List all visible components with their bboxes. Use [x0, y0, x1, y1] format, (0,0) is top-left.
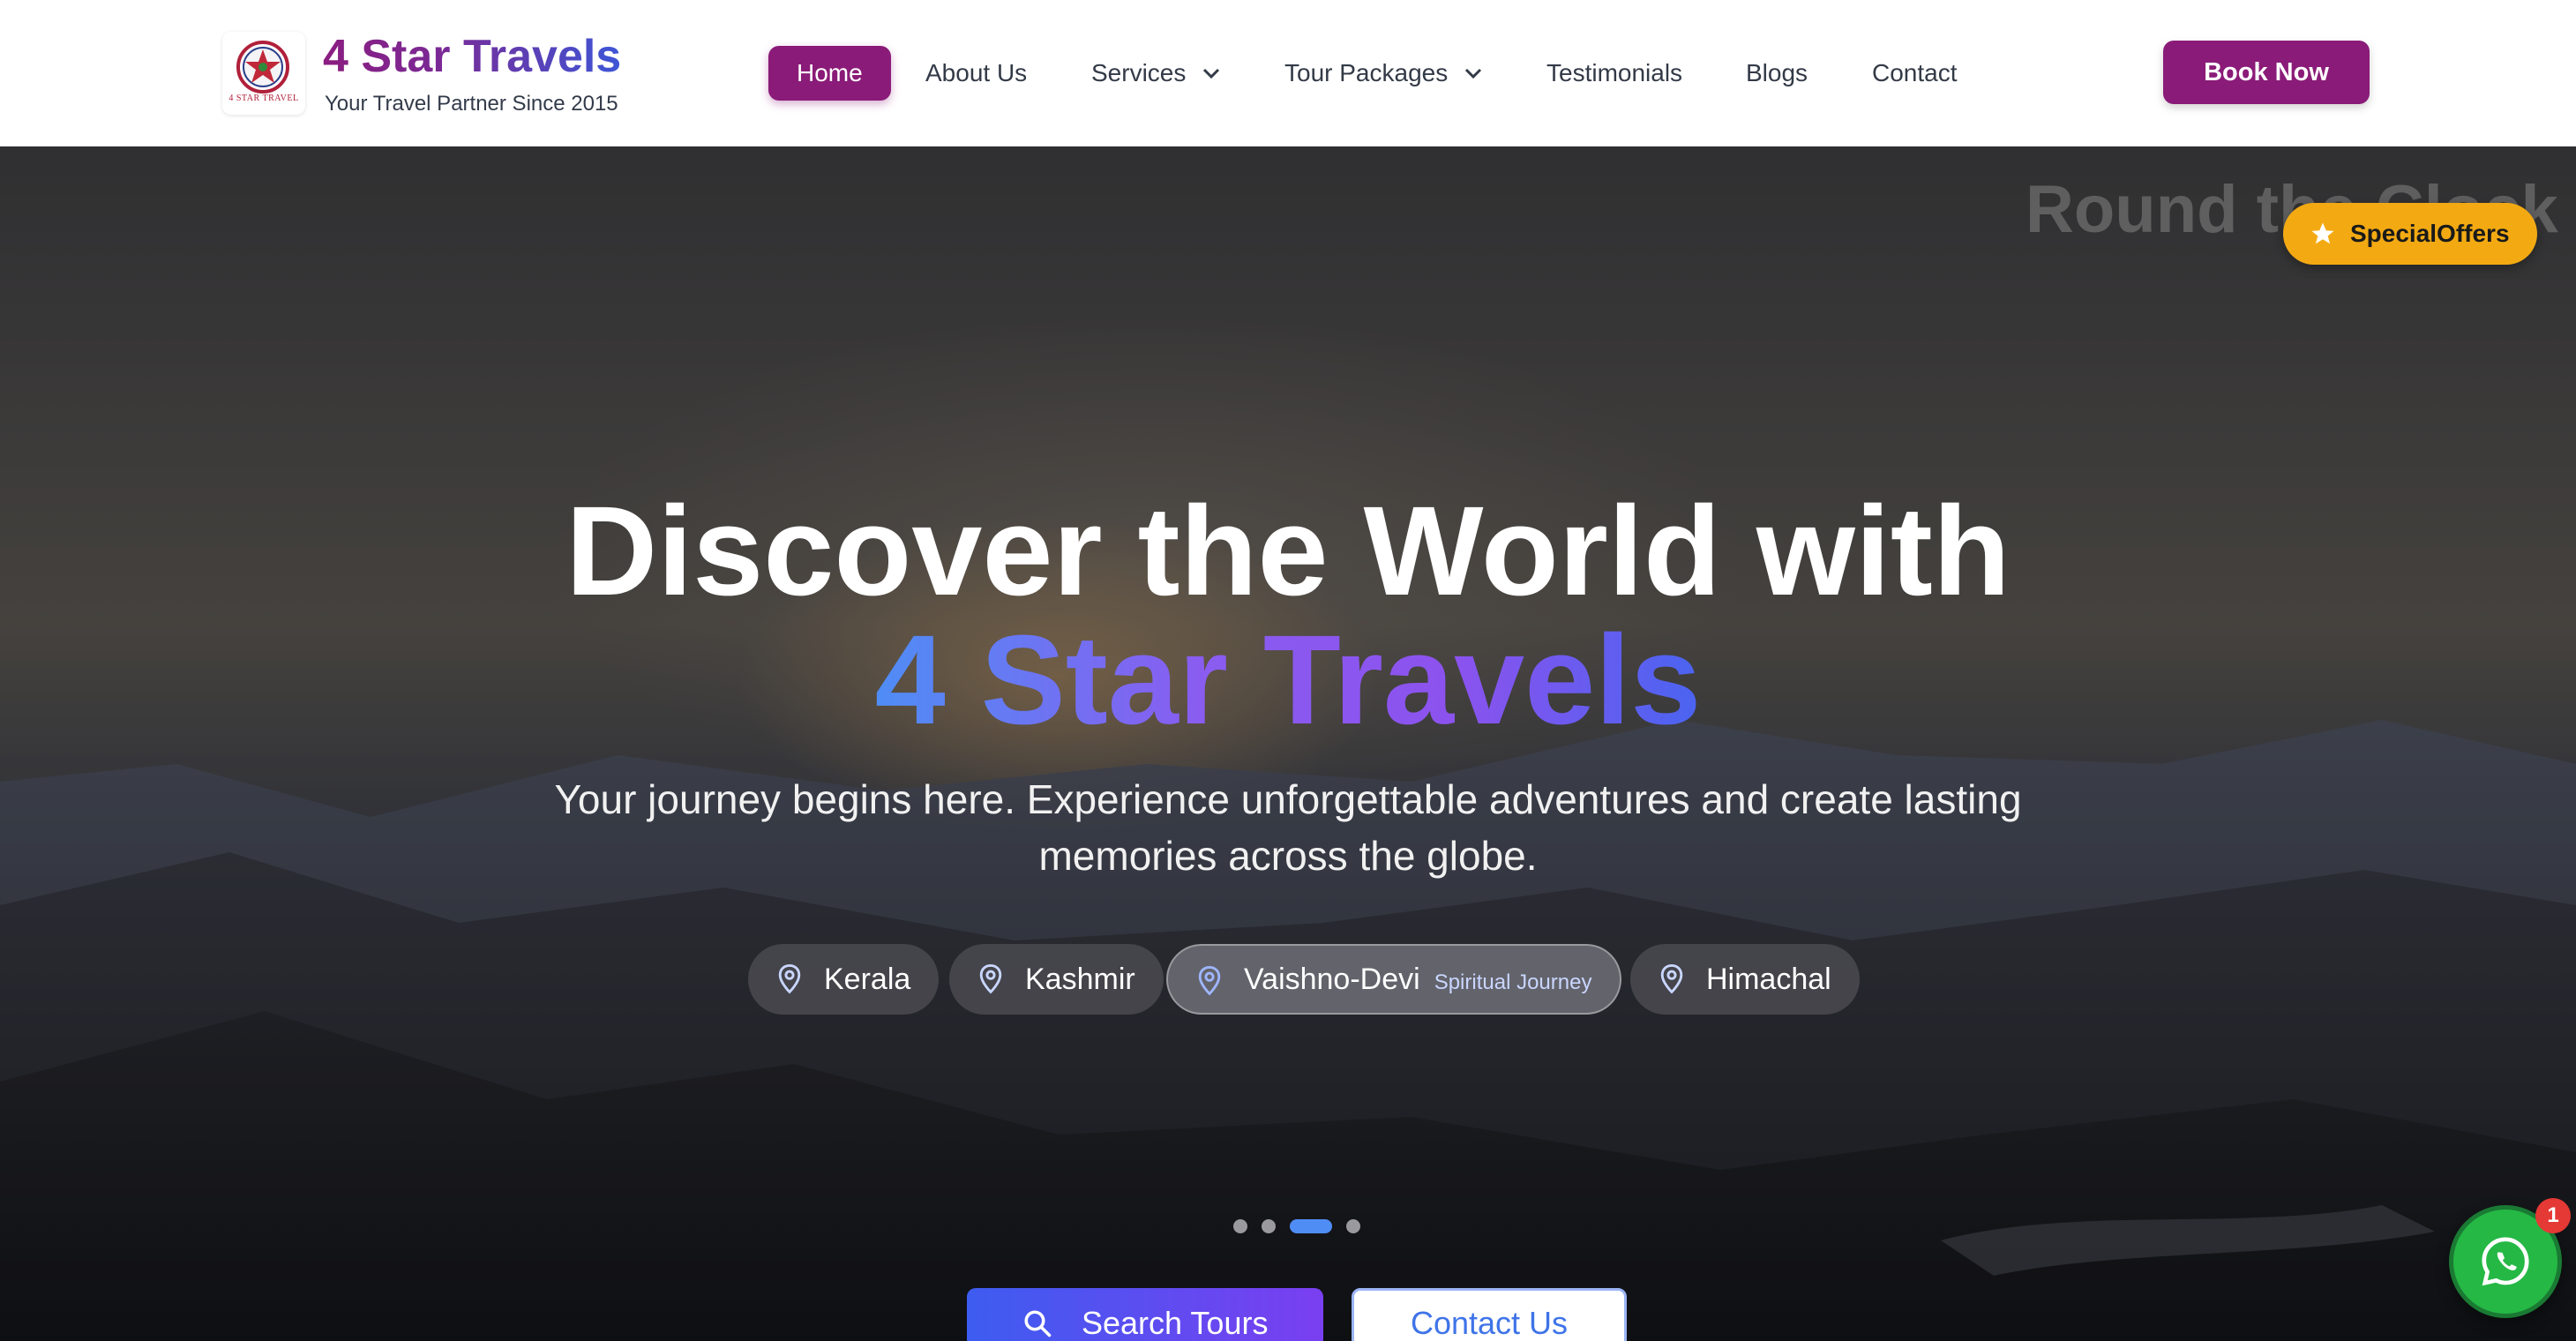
special-offers-label: SpecialOffers — [2350, 220, 2510, 247]
carousel-dot[interactable] — [1262, 1219, 1276, 1233]
logo-text: 4 STAR TRAVEL — [228, 94, 299, 103]
destination-label: Kashmir — [1025, 963, 1135, 996]
nav-services[interactable]: Services — [1091, 46, 1221, 101]
star-icon — [2311, 222, 2334, 244]
nav-about-us[interactable]: About Us — [925, 46, 1027, 101]
nav-contact[interactable]: Contact — [1872, 46, 1958, 101]
search-tours-button[interactable]: Search Tours — [967, 1288, 1323, 1341]
notification-badge: 1 — [2535, 1198, 2571, 1233]
carousel-dot[interactable] — [1233, 1219, 1247, 1233]
hero-subtitle: Your journey begins here. Experience unf… — [554, 776, 2022, 879]
special-offers-badge[interactable]: SpecialOffers — [2283, 203, 2537, 265]
nav-services-label: Services — [1091, 59, 1187, 86]
destination-label: Vaishno-Devi — [1244, 963, 1420, 996]
destination-chip-vaishno-devi[interactable]: Vaishno-Devi Spiritual Journey — [1166, 944, 1622, 1015]
brand-name[interactable]: 4 Star Travels — [323, 30, 621, 83]
nav-tour-packages-label: Tour Packages — [1284, 59, 1449, 86]
destination-chip-himachal[interactable]: Himachal — [1630, 944, 1860, 1015]
carousel-dot[interactable] — [1346, 1219, 1360, 1233]
contact-us-button[interactable]: Contact Us — [1352, 1288, 1627, 1341]
hero-section: Round the Clock SpecialOffers Discover t… — [0, 146, 2576, 1341]
destination-chip-kerala[interactable]: Kerala — [748, 944, 940, 1015]
chevron-down-icon — [1203, 68, 1220, 79]
destination-label: Himachal — [1706, 963, 1831, 996]
carousel-dot-active[interactable] — [1290, 1219, 1332, 1233]
brand-tagline: Your Travel Partner Since 2015 — [325, 92, 618, 116]
whatsapp-icon — [2482, 1237, 2529, 1286]
book-now-button[interactable]: Book Now — [2163, 41, 2370, 104]
hero-title: Discover the World with — [565, 480, 2011, 622]
search-icon — [1024, 1310, 1052, 1337]
hero-title-brand: 4 Star Travels — [874, 609, 1702, 751]
destination-label: Kerala — [824, 963, 911, 996]
nav-testimonials[interactable]: Testimonials — [1546, 46, 1682, 101]
destination-chip-kashmir[interactable]: Kashmir — [949, 944, 1164, 1015]
search-tours-label: Search Tours — [1082, 1305, 1269, 1341]
logo-star-icon — [236, 41, 289, 94]
nav-home[interactable]: Home — [768, 46, 891, 101]
map-pin-icon — [979, 963, 1002, 994]
map-pin-icon — [778, 963, 801, 994]
chevron-down-icon — [1464, 68, 1482, 79]
nav-blogs[interactable]: Blogs — [1746, 46, 1808, 101]
nav-tour-packages[interactable]: Tour Packages — [1284, 46, 1483, 101]
destination-sublabel: Spiritual Journey — [1434, 970, 1592, 994]
site-header: 4 STAR TRAVEL 4 Star Travels Your Travel… — [0, 0, 2576, 146]
map-pin-icon — [1660, 963, 1683, 994]
hero-title-accent: 4 Star Travels — [0, 614, 2576, 746]
map-pin-icon — [1198, 965, 1221, 996]
logo[interactable]: 4 STAR TRAVEL — [222, 32, 305, 115]
